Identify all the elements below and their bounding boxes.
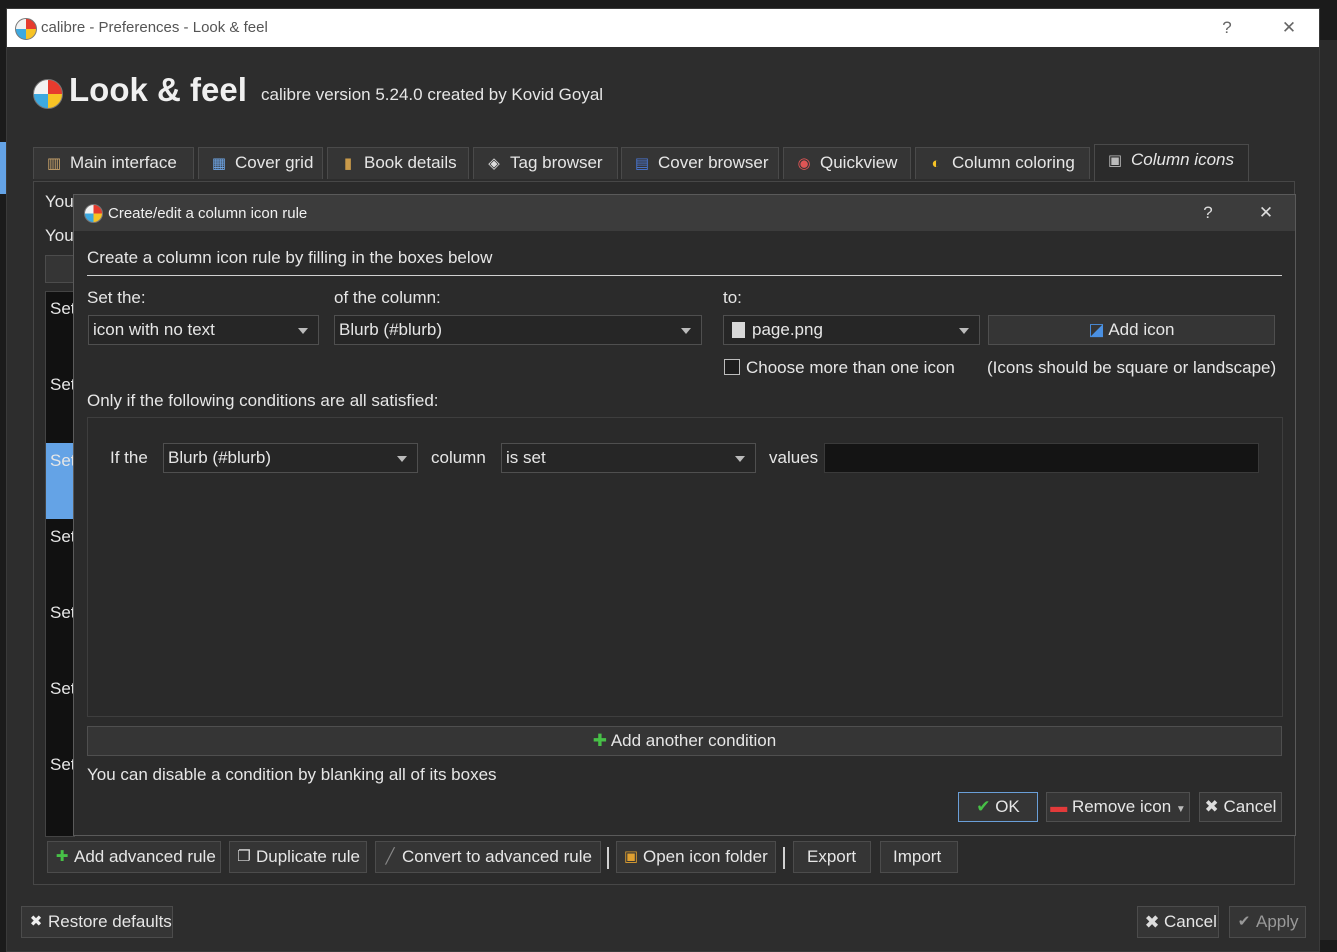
intro-text: You <box>45 192 74 211</box>
add-condition-button[interactable]: ✚ Add another condition <box>87 726 1282 756</box>
separator <box>607 847 609 869</box>
choose-more-checkbox[interactable] <box>724 359 740 375</box>
condition-column-select[interactable]: Blurb (#blurb) <box>163 443 418 473</box>
version-text: calibre version 5.24.0 created by Kovid … <box>261 85 604 104</box>
add-advanced-rule-button[interactable]: ✚ Add advanced rule <box>47 841 221 873</box>
of-column-label: of the column: <box>334 288 441 307</box>
icon-file-select[interactable]: page.png <box>723 315 980 345</box>
cover-browser-icon: ▤ <box>634 155 650 172</box>
eye-icon: ◉ <box>797 155 811 172</box>
tab-tag-browser[interactable]: ◈ Tag browser <box>473 147 618 179</box>
grid-icon: ▦ <box>211 155 227 172</box>
chevron-down-icon <box>397 456 407 462</box>
tab-cover-grid[interactable]: ▦ Cover grid <box>198 147 323 179</box>
set-the-label: Set the: <box>87 288 146 307</box>
to-label: to: <box>723 288 742 307</box>
look-feel-icon <box>33 79 63 109</box>
ok-button[interactable]: ✔ OK <box>958 792 1038 822</box>
conditions-label: Only if the following conditions are all… <box>87 391 439 410</box>
file-icon <box>732 322 745 338</box>
chevron-down-icon <box>959 328 969 334</box>
tab-cover-browser[interactable]: ▤ Cover browser <box>621 147 779 179</box>
tag-icon: ◈ <box>488 155 500 172</box>
dialog-close-button[interactable]: ✕ <box>1248 200 1284 226</box>
tab-column-icons[interactable]: ▣ Column icons <box>1094 144 1249 181</box>
background-window-edge <box>1320 40 1337 940</box>
divider <box>87 275 1282 276</box>
import-button[interactable]: Import <box>880 841 958 873</box>
tab-quickview[interactable]: ◉ Quickview <box>783 147 911 179</box>
minus-icon: ▬ <box>1050 797 1068 816</box>
column-icons-icon: ▣ <box>1107 152 1123 169</box>
check-icon: ✔ <box>1237 913 1251 930</box>
background-button[interactable] <box>45 255 75 283</box>
add-icon-button[interactable]: ◪ Add icon <box>988 315 1275 345</box>
x-icon: ✖ <box>1204 797 1219 816</box>
tab-book-details[interactable]: ▮ Book details <box>327 147 469 179</box>
icon-type-select[interactable]: icon with no text <box>88 315 319 345</box>
dialog-titlebar: Create/edit a column icon rule ? ✕ <box>74 195 1295 231</box>
tab-column-coloring[interactable]: ◐ Column coloring <box>915 147 1090 179</box>
disable-hint: You can disable a condition by blanking … <box>87 765 497 784</box>
calibre-app-icon <box>84 204 103 223</box>
footer-apply-button[interactable]: ✔ Apply <box>1229 906 1306 938</box>
window-close-button[interactable]: ✕ <box>1269 15 1309 41</box>
separator <box>783 847 785 869</box>
tab-main-interface[interactable]: ▥ Main interface <box>33 147 194 179</box>
calibre-app-icon <box>15 18 37 40</box>
if-the-label: If the <box>110 448 148 467</box>
chevron-down-icon <box>735 456 745 462</box>
chevron-down-icon <box>681 328 691 334</box>
dialog-title: Create/edit a column icon rule <box>108 205 308 222</box>
window-titlebar: calibre - Preferences - Look & feel ? ✕ <box>7 9 1319 47</box>
plus-icon: ✚ <box>55 848 69 865</box>
pencil-icon: ╱ <box>385 848 395 865</box>
books-icon: ▥ <box>46 155 62 172</box>
dialog-help-button[interactable]: ? <box>1190 200 1226 226</box>
footer-cancel-button[interactable]: ✖ Cancel <box>1137 906 1219 938</box>
window-help-button[interactable]: ? <box>1207 15 1247 41</box>
window-title: calibre - Preferences - Look & feel <box>41 19 268 36</box>
column-icon-rule-dialog: Create/edit a column icon rule ? ✕ Creat… <box>73 194 1296 836</box>
intro-text: You <box>45 226 74 245</box>
image-add-icon: ◪ <box>1088 320 1105 339</box>
palette-icon: ◐ <box>931 155 941 172</box>
choose-more-label: Choose more than one icon <box>746 358 955 377</box>
export-button[interactable]: Export <box>793 841 871 873</box>
chevron-down-icon: ▼ <box>1175 804 1186 815</box>
duplicate-rule-button[interactable]: ❐ Duplicate rule <box>229 841 367 873</box>
chevron-down-icon <box>298 328 308 334</box>
remove-icon-button[interactable]: ▬ Remove icon ▼ <box>1046 792 1190 822</box>
column-word-label: column <box>431 448 486 467</box>
duplicate-icon: ❐ <box>237 848 251 865</box>
open-icon-folder-button[interactable]: ▣ Open icon folder <box>616 841 776 873</box>
values-label: values <box>769 448 819 467</box>
check-icon: ✔ <box>976 797 991 816</box>
dialog-cancel-button[interactable]: ✖ Cancel <box>1199 792 1282 822</box>
condition-values-input[interactable] <box>824 443 1259 473</box>
folder-icon: ▣ <box>623 848 639 865</box>
x-icon: ✖ <box>1144 912 1160 932</box>
page-title: Look & feel <box>69 71 247 108</box>
condition-operator-select[interactable]: is set <box>501 443 756 473</box>
convert-to-advanced-rule-button[interactable]: ╱ Convert to advanced rule <box>375 841 601 873</box>
book-icon: ▮ <box>343 155 353 172</box>
plus-icon: ✚ <box>592 731 608 750</box>
x-icon: ✖ <box>29 913 43 930</box>
column-select[interactable]: Blurb (#blurb) <box>334 315 702 345</box>
icons-hint: (Icons should be square or landscape) <box>987 358 1277 377</box>
restore-defaults-button[interactable]: ✖ Restore defaults <box>21 906 173 938</box>
instruction-text: Create a column icon rule by filling in … <box>87 248 493 267</box>
